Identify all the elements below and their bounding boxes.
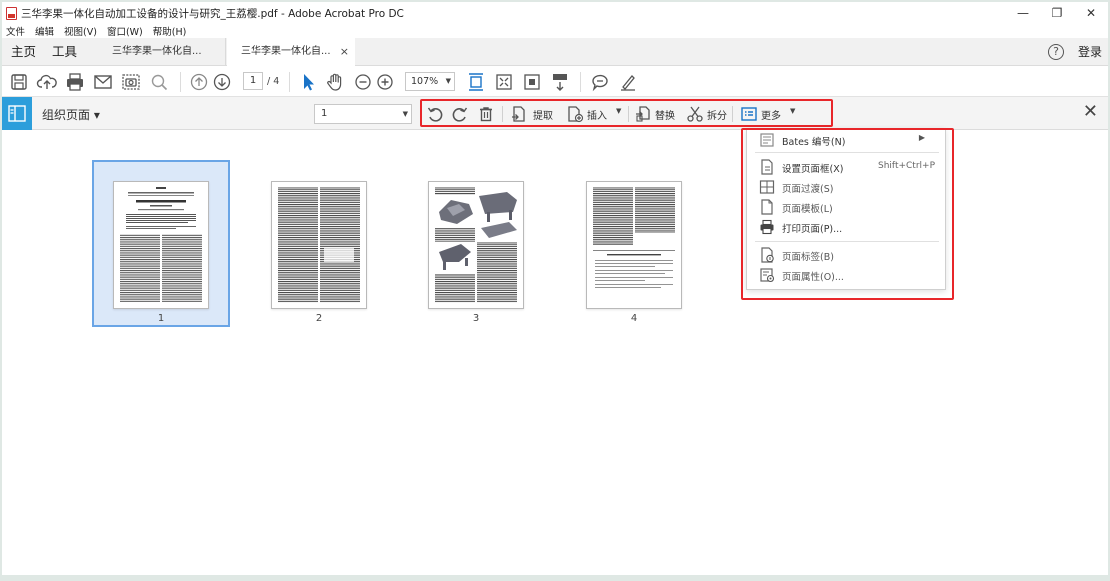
restore-button[interactable]: ❐	[1040, 2, 1074, 24]
zoom-level-value: 107%	[411, 76, 439, 87]
page-number-label-2: 2	[315, 313, 323, 324]
snapshot-icon[interactable]	[120, 71, 142, 93]
organize-tools-highlight: 提取 插入 ▼ 替换 拆分 更多 ▼	[420, 99, 833, 127]
close-organize-icon[interactable]: ✕	[1083, 101, 1098, 122]
extract-label[interactable]: 提取	[533, 107, 553, 122]
read-mode-icon[interactable]	[521, 71, 543, 93]
toolbar-separator	[180, 72, 181, 92]
tab-tools[interactable]: 工具	[52, 38, 77, 66]
trash-icon[interactable]	[477, 105, 495, 123]
menu-view[interactable]: 视图(V)	[64, 24, 97, 38]
main-toolbar: 1 / 4 107% ▼	[2, 66, 1108, 97]
tab-close-icon[interactable]: ×	[340, 38, 349, 66]
more-menu-highlight	[741, 128, 954, 300]
hand-tool-icon[interactable]	[324, 71, 346, 93]
title-bar: 三华李果一体化自动加工设备的设计与研究_王荔樱.pdf - Adobe Acro…	[2, 2, 1108, 24]
scroll-mode-icon[interactable]	[549, 71, 571, 93]
menu-edit[interactable]: 编辑	[35, 24, 54, 38]
tab-document-1-label: 三华李果一体化自...	[112, 46, 202, 57]
tool-separator	[732, 106, 733, 122]
page-number-label-3: 3	[472, 313, 480, 324]
highlight-pen-icon[interactable]	[617, 71, 639, 93]
page-number-label-1: 1	[157, 313, 165, 324]
window-bottom-edge	[2, 575, 1108, 578]
more-dropdown-icon[interactable]: ▼	[790, 107, 795, 115]
previous-page-icon[interactable]	[188, 71, 210, 93]
close-window-button[interactable]: ✕	[1074, 2, 1108, 24]
replace-page-icon[interactable]	[634, 105, 652, 123]
fit-page-scroll-icon[interactable]	[465, 71, 487, 93]
help-icon[interactable]: ?	[1048, 44, 1064, 60]
pdf-app-icon	[6, 6, 17, 20]
page-thumbnail-3[interactable]	[428, 181, 524, 309]
menu-help[interactable]: 帮助(H)	[153, 24, 187, 38]
tab-document-1[interactable]: 三华李果一体化自...	[98, 38, 226, 66]
window-title: 三华李果一体化自动加工设备的设计与研究_王荔樱.pdf - Adobe Acro…	[21, 7, 404, 20]
page-thumbnail-1[interactable]	[113, 181, 209, 309]
page-number-label-4: 4	[630, 313, 638, 324]
save-icon[interactable]	[8, 71, 30, 93]
page-range-select[interactable]: 1 ▼	[314, 104, 412, 124]
extract-page-icon[interactable]	[510, 105, 528, 123]
tab-home[interactable]: 主页	[11, 38, 36, 66]
split-label[interactable]: 拆分	[707, 107, 727, 122]
chevron-down-icon: ▼	[445, 77, 451, 85]
rotate-left-icon[interactable]	[426, 105, 444, 123]
toolbar-separator	[580, 72, 581, 92]
page-thumbnail-4[interactable]	[586, 181, 682, 309]
tool-separator	[628, 106, 629, 122]
zoom-out-icon[interactable]	[352, 71, 374, 93]
organize-pages-panel-icon[interactable]	[2, 97, 32, 130]
comment-icon[interactable]	[589, 71, 611, 93]
organize-pages-toolbar: 组织页面 ▾ 1 ▼ 提取 插入 ▼ 替换 拆分 更多 ▼ ✕	[2, 97, 1108, 130]
insert-page-icon[interactable]	[566, 105, 584, 123]
email-icon[interactable]	[92, 71, 114, 93]
insert-label[interactable]: 插入	[587, 107, 607, 122]
page-total: / 4	[267, 76, 280, 87]
zoom-level-select[interactable]: 107% ▼	[405, 72, 455, 91]
tab-bar: 主页 工具 三华李果一体化自... 三华李果一体化自... × ? 登录	[2, 38, 1108, 67]
page-range-value: 1	[321, 108, 328, 119]
page-thumbnail-2[interactable]	[271, 181, 367, 309]
window-controls: — ❐ ✕	[1006, 2, 1108, 24]
scissors-icon[interactable]	[686, 105, 704, 123]
tab-document-2[interactable]: 三华李果一体化自... ×	[227, 38, 355, 67]
insert-dropdown-icon[interactable]: ▼	[616, 107, 621, 115]
chevron-down-icon: ▼	[402, 110, 408, 118]
search-icon[interactable]	[148, 71, 170, 93]
minimize-button[interactable]: —	[1006, 2, 1040, 24]
page-number-input[interactable]: 1	[243, 72, 263, 90]
more-label[interactable]: 更多	[761, 107, 781, 122]
organize-pages-title[interactable]: 组织页面 ▾	[42, 106, 100, 123]
print-icon[interactable]	[64, 71, 86, 93]
zoom-in-icon[interactable]	[374, 71, 396, 93]
menu-file[interactable]: 文件	[6, 24, 25, 38]
full-screen-icon[interactable]	[493, 71, 515, 93]
more-list-icon[interactable]	[740, 105, 758, 123]
replace-label[interactable]: 替换	[655, 107, 675, 122]
tab-document-2-label: 三华李果一体化自...	[241, 46, 331, 57]
login-button[interactable]: 登录	[1078, 38, 1102, 66]
next-page-icon[interactable]	[211, 71, 233, 93]
rotate-right-icon[interactable]	[451, 105, 469, 123]
menu-bar: 文件 编辑 视图(V) 窗口(W) 帮助(H)	[2, 24, 196, 38]
acrobat-window: 三华李果一体化自动加工设备的设计与研究_王荔樱.pdf - Adobe Acro…	[2, 2, 1108, 578]
toolbar-separator	[289, 72, 290, 92]
menu-window[interactable]: 窗口(W)	[107, 24, 143, 38]
tool-separator	[502, 106, 503, 122]
upload-cloud-icon[interactable]	[36, 71, 58, 93]
select-pointer-icon[interactable]	[297, 71, 319, 93]
